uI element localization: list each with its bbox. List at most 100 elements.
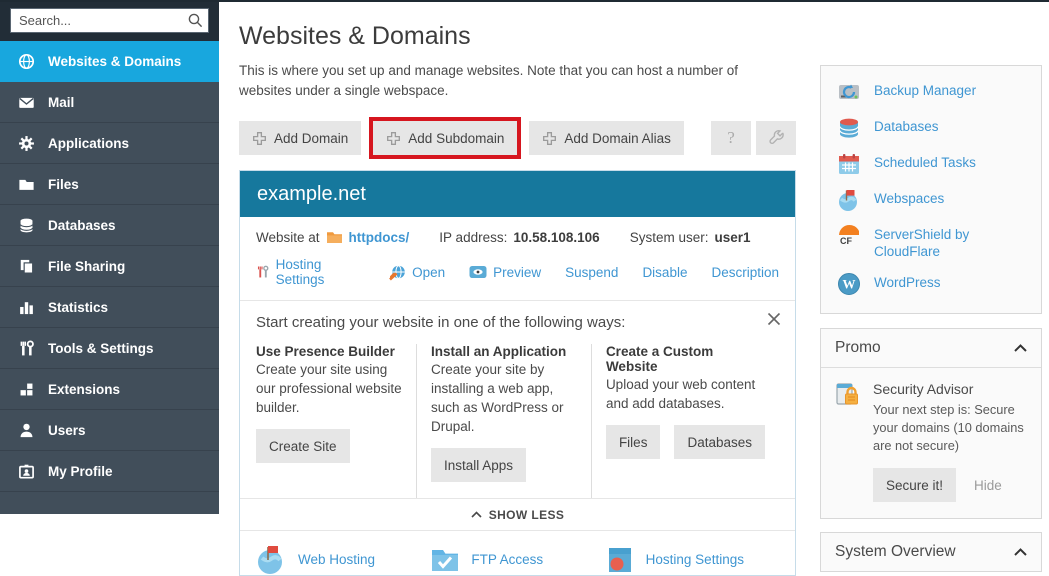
databases-item[interactable]: Databases xyxy=(821,111,1041,147)
sidebar-item-databases[interactable]: Databases xyxy=(0,205,219,246)
sidebar: Websites & Domains Mail Applications Fil… xyxy=(0,0,219,514)
user-icon xyxy=(18,422,35,439)
plus-icon xyxy=(542,131,557,146)
sidebar-item-label: File Sharing xyxy=(48,259,125,274)
servershield-item[interactable]: CF ServerShield by CloudFlare xyxy=(821,219,1041,267)
backup-manager-item[interactable]: Backup Manager xyxy=(821,75,1041,111)
databases-cylinder-icon xyxy=(837,116,861,140)
search-input[interactable] xyxy=(10,8,209,33)
folder-orange-icon xyxy=(326,230,343,245)
search-icon[interactable] xyxy=(187,12,204,34)
suspend-link[interactable]: Suspend xyxy=(565,265,618,280)
backup-manager-label: Backup Manager xyxy=(874,82,976,99)
sidebar-item-users[interactable]: Users xyxy=(0,410,219,451)
settings-button[interactable] xyxy=(756,121,796,155)
system-user-value: user1 xyxy=(714,230,750,245)
disable-link[interactable]: Disable xyxy=(642,265,687,280)
preview-icon xyxy=(469,265,487,279)
description-link[interactable]: Description xyxy=(711,265,779,280)
right-sidebar: Backup Manager Databases Scheduled Tasks… xyxy=(820,65,1042,572)
sidebar-item-tools-settings[interactable]: Tools & Settings xyxy=(0,328,219,369)
bar-chart-icon xyxy=(18,299,35,316)
add-subdomain-button[interactable]: Add Subdomain xyxy=(373,121,517,155)
svg-text:W: W xyxy=(843,277,856,292)
main-content: Websites & Domains This is where you set… xyxy=(239,2,796,576)
scheduled-tasks-label: Scheduled Tasks xyxy=(874,154,976,171)
help-button[interactable]: ? xyxy=(711,121,751,155)
add-subdomain-label: Add Subdomain xyxy=(408,131,504,146)
mail-icon xyxy=(18,94,35,111)
install-application-column: Install an Application Create your site … xyxy=(416,344,591,498)
show-less-toggle[interactable]: SHOW LESS xyxy=(240,498,795,531)
sidebar-item-my-profile[interactable]: My Profile xyxy=(0,451,219,492)
sidebar-item-label: Databases xyxy=(48,218,116,233)
wordpress-item[interactable]: W WordPress xyxy=(821,267,1041,303)
files-button[interactable]: Files xyxy=(606,425,661,459)
hosting-settings-quick-link[interactable]: Hosting Settings xyxy=(605,544,779,575)
cloudflare-icon: CF xyxy=(837,224,861,248)
security-advisor-title: Security Advisor xyxy=(873,381,1027,397)
sidebar-search-strip xyxy=(0,0,219,41)
sidebar-item-mail[interactable]: Mail xyxy=(0,82,219,123)
quick-links-row: Web Hosting FTP Access Hosting Settings xyxy=(240,531,795,575)
file-sharing-icon xyxy=(18,258,35,275)
sidebar-item-extensions[interactable]: Extensions xyxy=(0,369,219,410)
collapse-chevron-icon[interactable] xyxy=(1014,344,1027,352)
open-site-icon xyxy=(389,264,406,281)
add-domain-alias-button[interactable]: Add Domain Alias xyxy=(529,121,684,155)
collapse-chevron-icon[interactable] xyxy=(1014,548,1027,556)
webspaces-label: Webspaces xyxy=(874,190,944,207)
add-domain-button[interactable]: Add Domain xyxy=(239,121,361,155)
webspaces-icon xyxy=(837,188,861,212)
sidebar-item-label: Websites & Domains xyxy=(48,54,181,69)
create-site-button[interactable]: Create Site xyxy=(256,429,350,463)
databases-button[interactable]: Databases xyxy=(674,425,765,459)
svg-text:CF: CF xyxy=(840,236,852,246)
ftp-access-quick-link[interactable]: FTP Access xyxy=(430,544,604,575)
sidebar-item-label: Users xyxy=(48,423,86,438)
page-title: Websites & Domains xyxy=(239,22,796,51)
wrench-icon xyxy=(768,130,785,147)
add-domain-alias-label: Add Domain Alias xyxy=(564,131,671,146)
web-hosting-icon xyxy=(256,544,287,575)
sidebar-item-files[interactable]: Files xyxy=(0,164,219,205)
domain-card-header: example.net xyxy=(240,171,795,217)
question-icon: ? xyxy=(727,128,735,148)
sidebar-item-file-sharing[interactable]: File Sharing xyxy=(0,246,219,287)
hide-link[interactable]: Hide xyxy=(974,478,1002,493)
close-icon[interactable] xyxy=(767,312,781,331)
hosting-settings-link[interactable]: Hosting Settings xyxy=(276,257,365,287)
extensions-icon xyxy=(18,381,35,398)
httpdocs-link[interactable]: httpdocs/ xyxy=(349,230,410,245)
custom-website-column: Create a Custom Website Upload your web … xyxy=(591,344,779,498)
webspaces-item[interactable]: Webspaces xyxy=(821,183,1041,219)
create-website-panel: Start creating your website in one of th… xyxy=(240,301,795,498)
column-heading: Create a Custom Website xyxy=(606,344,765,374)
column-body: Upload your web content and add database… xyxy=(606,375,765,413)
sidebar-item-label: Mail xyxy=(48,95,74,110)
ip-label: IP address: xyxy=(439,230,507,245)
sidebar-item-statistics[interactable]: Statistics xyxy=(0,287,219,328)
toolbar: Add Domain Add Subdomain Add Domain Alia… xyxy=(239,117,796,159)
sidebar-item-websites-domains[interactable]: Websites & Domains xyxy=(0,41,219,82)
system-overview-panel: System Overview xyxy=(820,532,1042,572)
chevron-up-icon xyxy=(471,511,482,518)
install-apps-button[interactable]: Install Apps xyxy=(431,448,526,482)
scheduled-tasks-item[interactable]: Scheduled Tasks xyxy=(821,147,1041,183)
open-link[interactable]: Open xyxy=(412,265,445,280)
ftp-access-label: FTP Access xyxy=(471,552,543,567)
favorites-panel: Backup Manager Databases Scheduled Tasks… xyxy=(820,65,1042,314)
column-heading: Install an Application xyxy=(431,344,577,359)
domain-info-row: Website at httpdocs/ IP address: 10.58.1… xyxy=(240,217,795,248)
wordpress-label: WordPress xyxy=(874,274,941,291)
web-hosting-quick-link[interactable]: Web Hosting xyxy=(256,544,430,575)
files-label: Files xyxy=(619,435,648,450)
sidebar-item-applications[interactable]: Applications xyxy=(0,123,219,164)
scheduled-tasks-icon xyxy=(837,152,861,176)
promo-header: Promo xyxy=(835,339,881,357)
databases-label: Databases xyxy=(687,435,752,450)
preview-link[interactable]: Preview xyxy=(493,265,541,280)
globe-icon xyxy=(18,53,35,70)
secure-it-button[interactable]: Secure it! xyxy=(873,468,956,502)
backup-manager-icon xyxy=(837,80,861,104)
